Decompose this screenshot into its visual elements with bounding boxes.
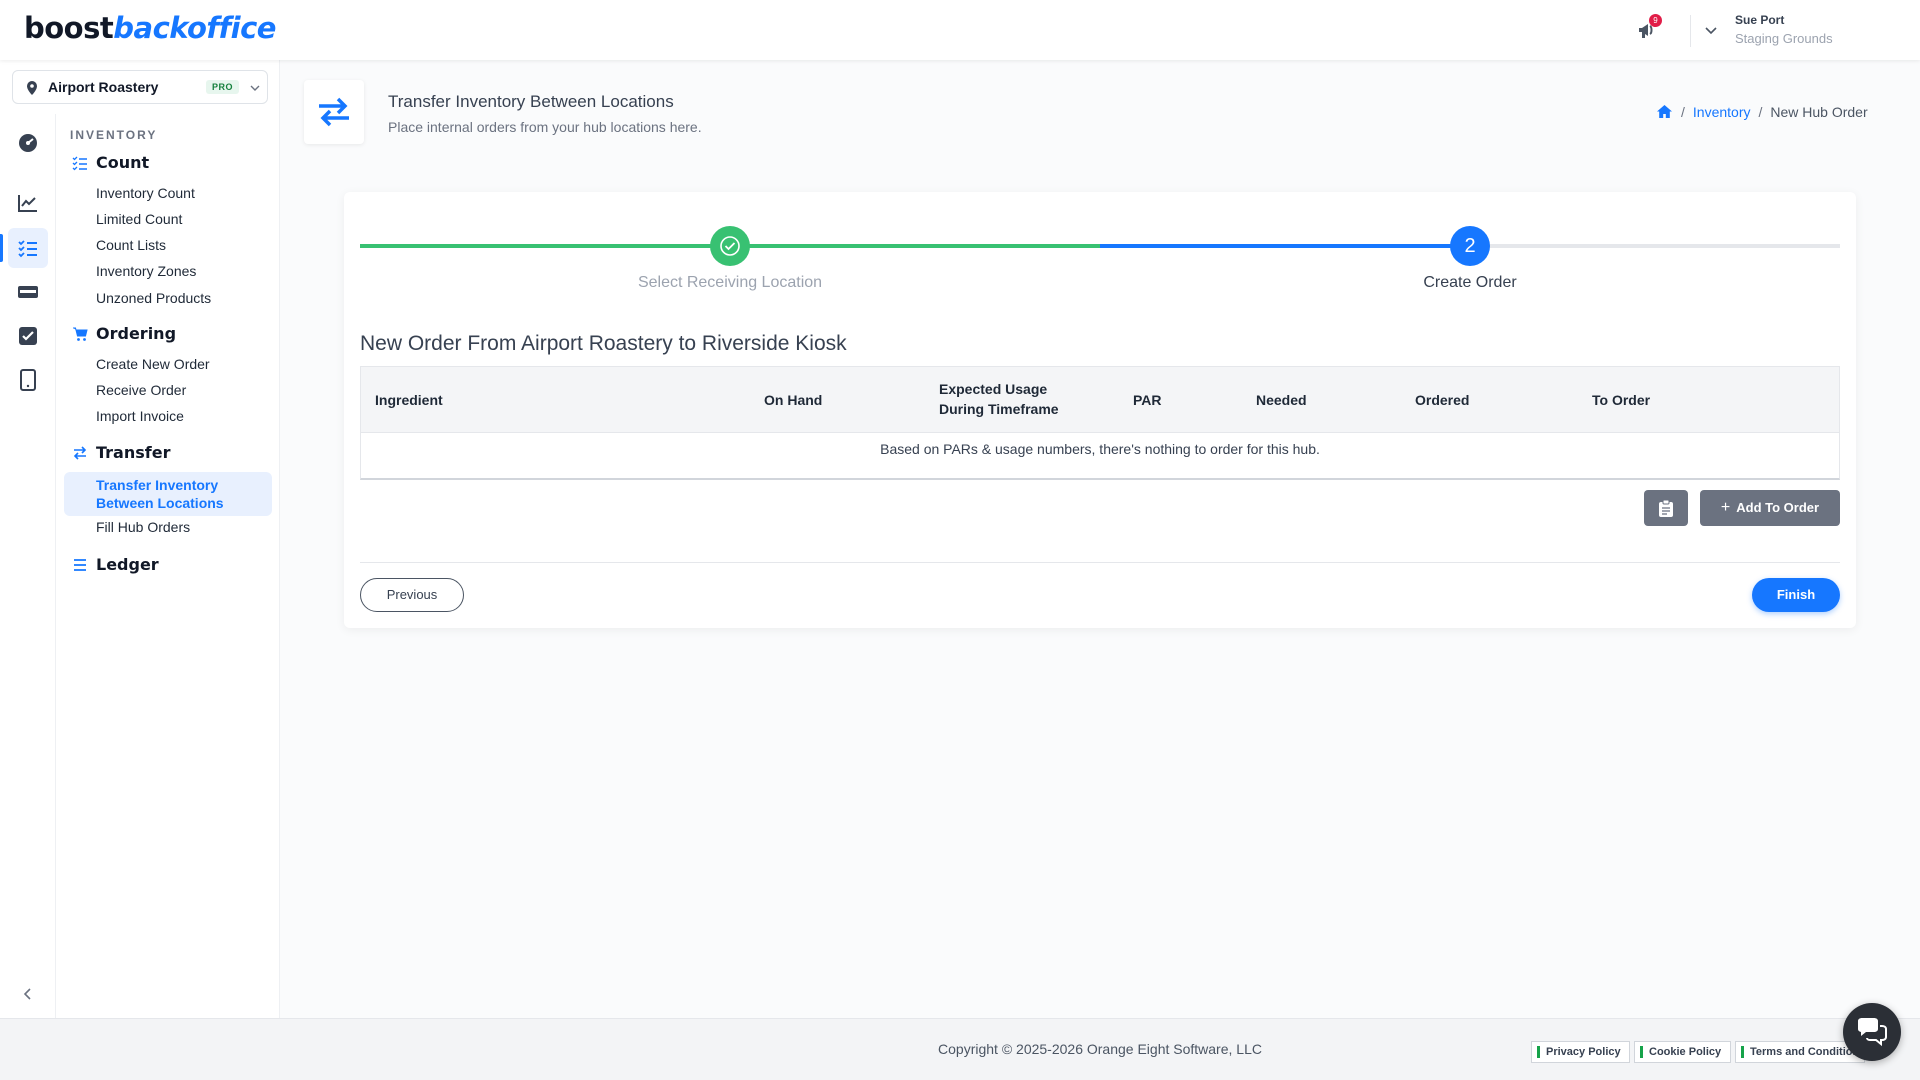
- nav-section-transfer[interactable]: Transfer: [96, 443, 170, 462]
- nav-section-ledger[interactable]: Ledger: [96, 555, 159, 574]
- logo-part-backoffice: backoffice: [113, 11, 276, 45]
- nav-item-count-lists[interactable]: Count Lists: [96, 237, 166, 253]
- copyright-text: Copyright © 2025-2026 Orange Eight Softw…: [938, 1041, 1262, 1057]
- breadcrumb-separator: /: [1681, 104, 1685, 120]
- col-ingredient[interactable]: Ingredient: [375, 390, 443, 410]
- inventory-list-icon[interactable]: [16, 236, 40, 260]
- top-bar: boostbackoffice 9 Sue Port Staging Groun…: [0, 0, 1920, 60]
- privacy-policy-link[interactable]: Privacy Policy: [1531, 1041, 1630, 1063]
- map-pin-icon: [27, 81, 37, 95]
- dashboard-icon[interactable]: [16, 131, 40, 155]
- cookie-policy-link[interactable]: Cookie Policy: [1634, 1041, 1731, 1063]
- finish-button[interactable]: Finish: [1752, 578, 1840, 612]
- step-2-current: 2: [1450, 226, 1490, 266]
- nav-heading: INVENTORY: [70, 128, 158, 142]
- chevron-down-icon: [250, 85, 260, 91]
- user-org: Staging Grounds: [1735, 31, 1833, 46]
- plus-icon: +: [1720, 499, 1731, 516]
- clipboard-button[interactable]: [1644, 490, 1688, 526]
- app-logo[interactable]: boostbackoffice: [24, 11, 276, 45]
- chevron-down-icon[interactable]: [1703, 22, 1719, 38]
- notification-badge: 9: [1649, 14, 1662, 27]
- nav-item-inventory-zones[interactable]: Inventory Zones: [96, 263, 196, 279]
- add-to-order-button[interactable]: + Add To Order: [1700, 490, 1840, 526]
- check-circle-icon: [720, 236, 740, 256]
- stepper-line-pending: [1470, 244, 1840, 248]
- transfer-arrows-icon: [73, 446, 87, 460]
- user-name[interactable]: Sue Port: [1735, 13, 1784, 27]
- col-par[interactable]: PAR: [1133, 390, 1162, 410]
- breadcrumb-inventory[interactable]: Inventory: [1693, 104, 1751, 120]
- table-header: Ingredient On Hand Expected Usage During…: [361, 367, 1839, 433]
- footer: Copyright © 2025-2026 Orange Eight Softw…: [0, 1018, 1920, 1080]
- breadcrumb-current: New Hub Order: [1770, 104, 1868, 120]
- rail-active-indicator: [0, 234, 3, 262]
- location-name: Airport Roastery: [48, 79, 159, 95]
- breadcrumb: / Inventory / New Hub Order: [1656, 104, 1868, 120]
- chat-bubbles-icon: [1858, 1018, 1887, 1047]
- col-expected-usage[interactable]: Expected Usage During Timeframe: [939, 379, 1089, 419]
- nav-item-limited-count[interactable]: Limited Count: [96, 211, 182, 227]
- nav-item-import-invoice[interactable]: Import Invoice: [96, 408, 184, 424]
- page-subtitle: Place internal orders from your hub loca…: [388, 119, 702, 135]
- chat-widget-button[interactable]: [1843, 1003, 1901, 1061]
- step-1-label[interactable]: Select Receiving Location: [580, 274, 880, 292]
- nav-item-transfer-inventory[interactable]: Transfer Inventory Between Locations: [96, 476, 266, 512]
- pro-badge: PRO: [206, 80, 240, 94]
- ledger-lines-icon: [74, 559, 86, 571]
- previous-button[interactable]: Previous: [360, 578, 464, 612]
- breadcrumb-separator: /: [1758, 104, 1763, 120]
- cart-icon: [73, 327, 88, 341]
- clipboard-icon: [1659, 499, 1673, 517]
- page-title: Transfer Inventory Between Locations: [388, 92, 674, 111]
- step-2-label: Create Order: [1423, 274, 1517, 291]
- header-divider: [1690, 15, 1691, 47]
- col-to-order[interactable]: To Order: [1592, 390, 1650, 410]
- list-check-icon: [72, 156, 87, 171]
- col-ordered[interactable]: Ordered: [1415, 390, 1469, 410]
- page-transfer-icon-box: [304, 80, 364, 144]
- nav-item-inventory-count[interactable]: Inventory Count: [96, 185, 195, 201]
- step-1-complete[interactable]: [710, 226, 750, 266]
- nav-item-receive-order[interactable]: Receive Order: [96, 382, 186, 398]
- tablet-icon[interactable]: [16, 368, 40, 392]
- stepper-line-active: [1100, 244, 1470, 248]
- col-on-hand[interactable]: On Hand: [764, 390, 822, 410]
- nav-item-unzoned-products[interactable]: Unzoned Products: [96, 290, 211, 306]
- nav-section-count[interactable]: Count: [96, 153, 149, 172]
- order-table: Ingredient On Hand Expected Usage During…: [360, 366, 1840, 480]
- order-title: New Order From Airport Roastery to River…: [360, 332, 847, 355]
- checklist-icon[interactable]: [16, 324, 40, 348]
- collapse-sidebar-icon[interactable]: [20, 986, 36, 1002]
- nav-section-ordering[interactable]: Ordering: [96, 324, 176, 343]
- card-divider: [360, 562, 1840, 563]
- cards-icon[interactable]: [16, 280, 40, 304]
- empty-table-message: Based on PARs & usage numbers, there's n…: [880, 441, 1320, 457]
- transfer-arrows-icon: [319, 97, 349, 127]
- nav-item-fill-hub-orders[interactable]: Fill Hub Orders: [96, 519, 190, 535]
- col-needed[interactable]: Needed: [1256, 390, 1307, 410]
- logo-part-boost: boost: [24, 11, 114, 45]
- add-to-order-label: Add To Order: [1736, 500, 1820, 515]
- location-selector[interactable]: Airport Roastery PRO: [12, 70, 268, 104]
- order-card: 2 Select Receiving Location Create Order…: [344, 192, 1856, 628]
- analytics-icon[interactable]: [16, 191, 40, 215]
- nav-item-create-new-order[interactable]: Create New Order: [96, 356, 210, 372]
- home-icon[interactable]: [1656, 104, 1673, 119]
